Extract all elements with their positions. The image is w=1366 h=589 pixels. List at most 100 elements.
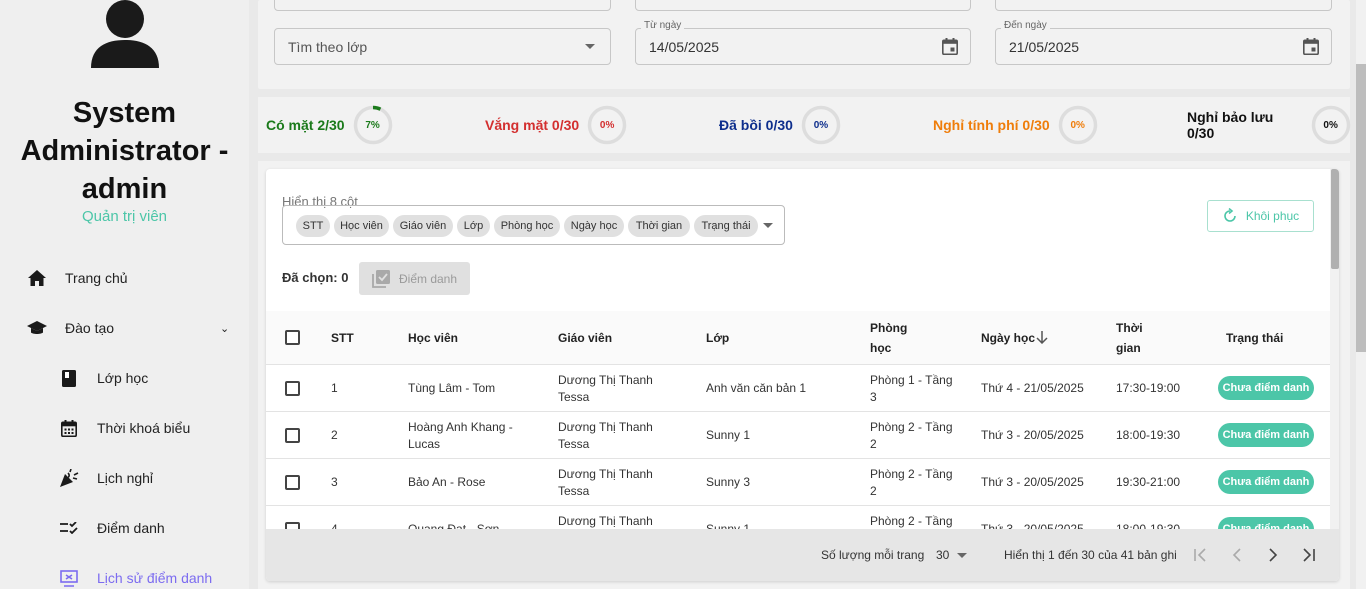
first-page-icon[interactable] xyxy=(1193,548,1207,562)
scrollbar-thumb[interactable] xyxy=(1331,169,1339,269)
cell-stt: 3 xyxy=(331,475,338,489)
header-time-1[interactable]: Thời xyxy=(1116,318,1143,338)
nav-item-timetable[interactable]: Thời khoá biểu xyxy=(0,408,249,448)
header-time-2[interactable]: gian xyxy=(1116,338,1141,358)
stat-label: Vắng mặt 0/30 xyxy=(485,117,580,133)
status-badge: Chưa điểm danh xyxy=(1218,423,1314,447)
progress-ring: 0% xyxy=(1058,105,1098,145)
page-range-text: Hiển thị 1 đến 30 của 41 bản ghi xyxy=(1004,548,1177,562)
class-filter-placeholder: Tìm theo lớp xyxy=(288,38,368,55)
sidebar: System Administrator - admin Quản trị vi… xyxy=(0,0,249,589)
stat-percent: 7% xyxy=(365,119,380,131)
header-date[interactable]: Ngày học xyxy=(981,328,1035,348)
table-row[interactable]: 3 Bảo An - Rose Dương Thị Thanh Tessa Su… xyxy=(266,459,1330,506)
stat-present: Có mặt 2/30 7% xyxy=(266,105,393,145)
per-page-label: Số lượng mỗi trang xyxy=(821,548,925,562)
cell-teacher-1: Dương Thị Thanh xyxy=(558,514,653,528)
nav-item-holidays[interactable]: Lịch nghỉ xyxy=(0,458,249,498)
to-date-field[interactable]: Đến ngày 21/05/2025 xyxy=(995,20,1332,65)
attendance-button[interactable]: Điểm danh xyxy=(359,262,470,295)
class-filter-select[interactable]: Tìm theo lớp xyxy=(274,28,611,65)
refresh-icon xyxy=(1224,208,1236,222)
calendar-icon[interactable] xyxy=(942,38,958,58)
to-date-value: 21/05/2025 xyxy=(1009,38,1080,55)
cell-time: 18:00-19:30 xyxy=(1116,428,1181,442)
stat-percent: 0% xyxy=(1323,119,1338,131)
cell-student-2: Lucas xyxy=(408,437,441,451)
from-date-value: 14/05/2025 xyxy=(649,38,720,55)
filter-top-middle[interactable] xyxy=(635,0,971,11)
row-checkbox[interactable] xyxy=(285,428,300,443)
home-icon xyxy=(27,268,47,288)
graduation-cap-icon xyxy=(27,318,47,338)
per-page-select[interactable]: 30 xyxy=(936,548,949,562)
nav-item-attendance-history[interactable]: Lịch sử điểm danh xyxy=(0,558,249,589)
cell-date: Thứ 4 - 21/05/2025 xyxy=(981,381,1084,395)
book-icon xyxy=(59,368,79,388)
user-role: Quản trị viên xyxy=(81,208,168,225)
column-chip[interactable]: Thời gian xyxy=(628,215,690,237)
nav-item-training[interactable]: Đào tạo ⌄ xyxy=(0,308,249,348)
nav-label: Lịch sử điểm danh xyxy=(97,570,213,586)
last-page-icon[interactable] xyxy=(1302,548,1316,562)
filter-top-right[interactable] xyxy=(995,0,1332,11)
prev-page-icon[interactable] xyxy=(1230,548,1244,562)
nav-item-classes[interactable]: Lớp học xyxy=(0,358,249,398)
select-all-checkbox[interactable] xyxy=(285,330,300,345)
page-scrollbar[interactable] xyxy=(1356,0,1366,589)
calendar-icon[interactable] xyxy=(1303,38,1319,58)
header-stt[interactable]: STT xyxy=(331,328,354,348)
header-room-1[interactable]: Phòng xyxy=(870,318,907,338)
next-page-icon[interactable] xyxy=(1266,548,1280,562)
column-chip[interactable]: Trạng thái xyxy=(694,215,758,237)
cell-teacher-2: Tessa xyxy=(558,390,590,404)
column-chip[interactable]: STT xyxy=(296,215,330,237)
status-badge: Chưa điểm danh xyxy=(1218,470,1314,494)
table-row[interactable]: 1 Tùng Lâm - Tom Dương Thị Thanh Tessa A… xyxy=(266,365,1330,412)
header-status[interactable]: Trạng thái xyxy=(1226,328,1283,348)
scrollbar-thumb[interactable] xyxy=(1356,64,1366,352)
column-visibility-select[interactable]: STT Học viên Giáo viên Lớp Phòng học Ngà… xyxy=(282,205,785,245)
from-date-field[interactable]: Từ ngày 14/05/2025 xyxy=(635,20,971,65)
cell-room-1: Phòng 2 - Tầng xyxy=(870,467,953,481)
nav-item-home[interactable]: Trang chủ xyxy=(0,258,249,298)
header-room-2[interactable]: học xyxy=(870,338,891,358)
column-chip[interactable]: Học viên xyxy=(334,215,389,237)
filter-top-left[interactable] xyxy=(274,0,611,11)
header-teacher[interactable]: Giáo viên xyxy=(558,328,612,348)
header-class[interactable]: Lớp xyxy=(706,328,729,348)
cell-room-1: Phòng 2 - Tầng xyxy=(870,514,953,528)
filter-panel: Tìm theo lớp Từ ngày 14/05/2025 Đến ngày… xyxy=(258,0,1350,89)
cell-class: Anh văn căn bản 1 xyxy=(706,381,807,395)
stat-percent: 0% xyxy=(813,119,829,131)
cell-room-2: 2 xyxy=(870,484,877,498)
sort-arrow-down-icon[interactable] xyxy=(1036,331,1048,344)
column-chip[interactable]: Lớp xyxy=(457,215,490,237)
row-checkbox[interactable] xyxy=(285,475,300,490)
nav-item-attendance[interactable]: Điểm danh xyxy=(0,508,249,548)
restore-button[interactable]: Khôi phục xyxy=(1207,200,1314,232)
user-name: System Administrator - admin xyxy=(20,97,229,205)
column-chip[interactable]: Giáo viên xyxy=(393,215,453,237)
from-date-label: Từ ngày xyxy=(641,20,685,31)
cell-student: Bảo An - Rose xyxy=(408,475,486,489)
nav-label: Trang chủ xyxy=(65,270,128,286)
nav-label: Thời khoá biểu xyxy=(97,420,191,436)
cell-student-1: Hoàng Anh Khang - xyxy=(408,420,513,434)
dropdown-caret-icon[interactable] xyxy=(957,553,967,558)
status-badge: Chưa điểm danh xyxy=(1218,376,1314,400)
calendar-icon xyxy=(59,418,79,438)
row-checkbox[interactable] xyxy=(285,381,300,396)
table-header: STT Học viên Giáo viên Lớp Phòng học Ngà… xyxy=(266,311,1330,365)
history-icon xyxy=(59,568,79,588)
cell-date: Thứ 3 - 20/05/2025 xyxy=(981,428,1084,442)
table-scrollbar[interactable] xyxy=(1330,169,1339,529)
cell-room-2: 2 xyxy=(870,437,877,451)
column-chip[interactable]: Ngày học xyxy=(564,215,624,237)
cell-stt: 1 xyxy=(331,381,338,395)
header-student[interactable]: Học viên xyxy=(408,328,458,348)
column-chip[interactable]: Phòng học xyxy=(494,215,560,237)
table-row[interactable]: 2 Hoàng Anh Khang - Lucas Dương Thị Than… xyxy=(266,412,1330,459)
attendance-stats: Có mặt 2/30 7% Vắng mặt 0/30 0% Đã bồi 0… xyxy=(258,97,1350,153)
cell-room-1: Phòng 1 - Tầng xyxy=(870,373,953,387)
